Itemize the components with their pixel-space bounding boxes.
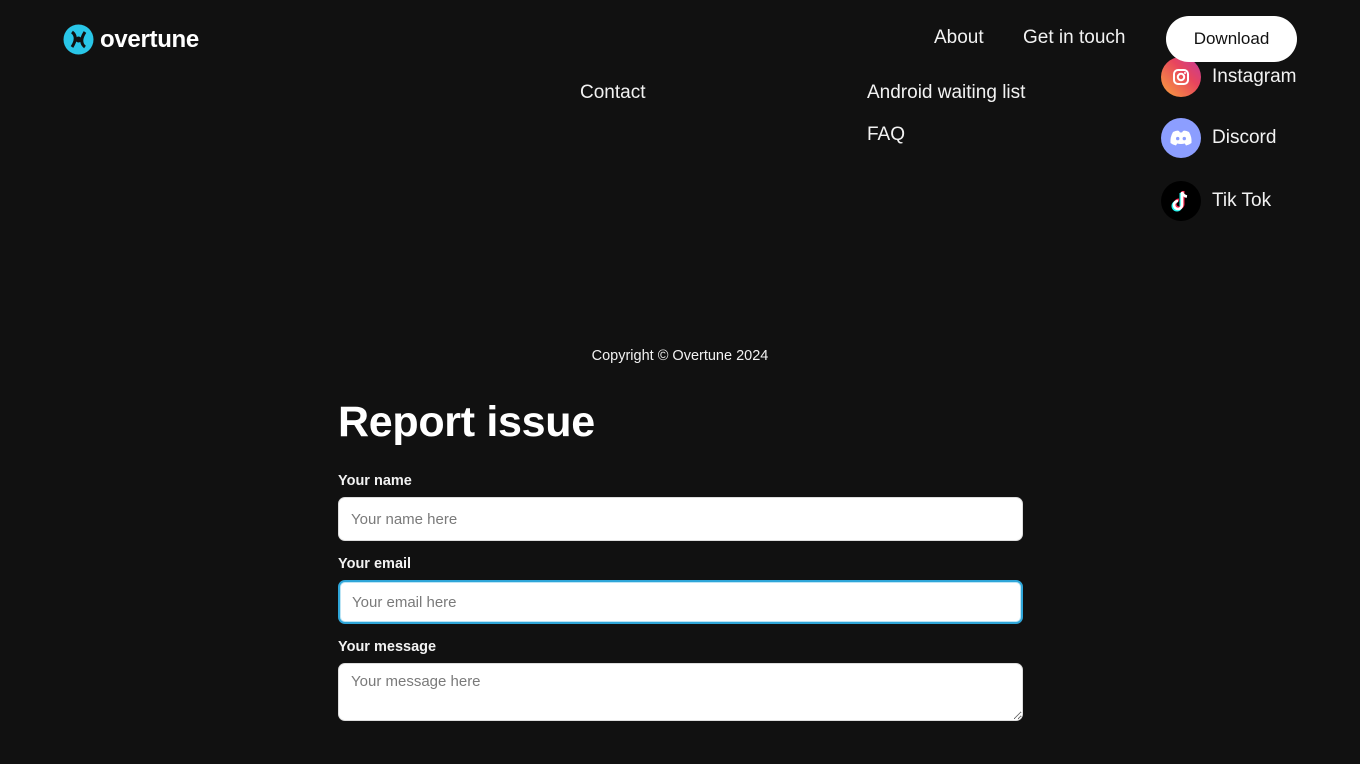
- name-input[interactable]: [338, 497, 1023, 541]
- social-label: Discord: [1212, 127, 1277, 148]
- tiktok-icon: [1161, 181, 1201, 221]
- nav-link-about[interactable]: About: [934, 27, 984, 49]
- report-issue-form: Report issue Your name Your email Your m…: [338, 398, 1023, 736]
- name-label: Your name: [338, 473, 412, 489]
- footer-link-android-waiting-list[interactable]: Android waiting list: [867, 82, 1025, 104]
- download-button[interactable]: Download: [1166, 16, 1297, 62]
- footer-link-faq[interactable]: FAQ: [867, 124, 905, 146]
- name-field-group: Your name: [338, 473, 1023, 541]
- message-label: Your message: [338, 639, 437, 655]
- nav-link-get-in-touch[interactable]: Get in touch: [1023, 27, 1125, 49]
- footer-link-contact[interactable]: Contact: [580, 82, 645, 104]
- message-textarea[interactable]: [338, 663, 1023, 721]
- discord-icon: [1161, 118, 1201, 158]
- message-field-group: Your message: [338, 639, 1023, 721]
- email-field-group: Your email: [338, 556, 1023, 624]
- site-header: overtune About Get in touch Download: [0, 0, 1360, 78]
- brand-name: overtune: [100, 25, 199, 53]
- form-title: Report issue: [338, 398, 595, 446]
- social-label: Tik Tok: [1212, 190, 1272, 211]
- social-link-tiktok[interactable]: Tik Tok: [1161, 181, 1271, 221]
- overtune-logo-icon: [63, 24, 94, 55]
- email-label: Your email: [338, 556, 412, 572]
- social-link-discord[interactable]: Discord: [1161, 118, 1276, 158]
- brand-logo[interactable]: overtune: [63, 24, 199, 55]
- copyright-text: Copyright © Overtune 2024: [591, 348, 769, 364]
- email-input[interactable]: [338, 580, 1023, 624]
